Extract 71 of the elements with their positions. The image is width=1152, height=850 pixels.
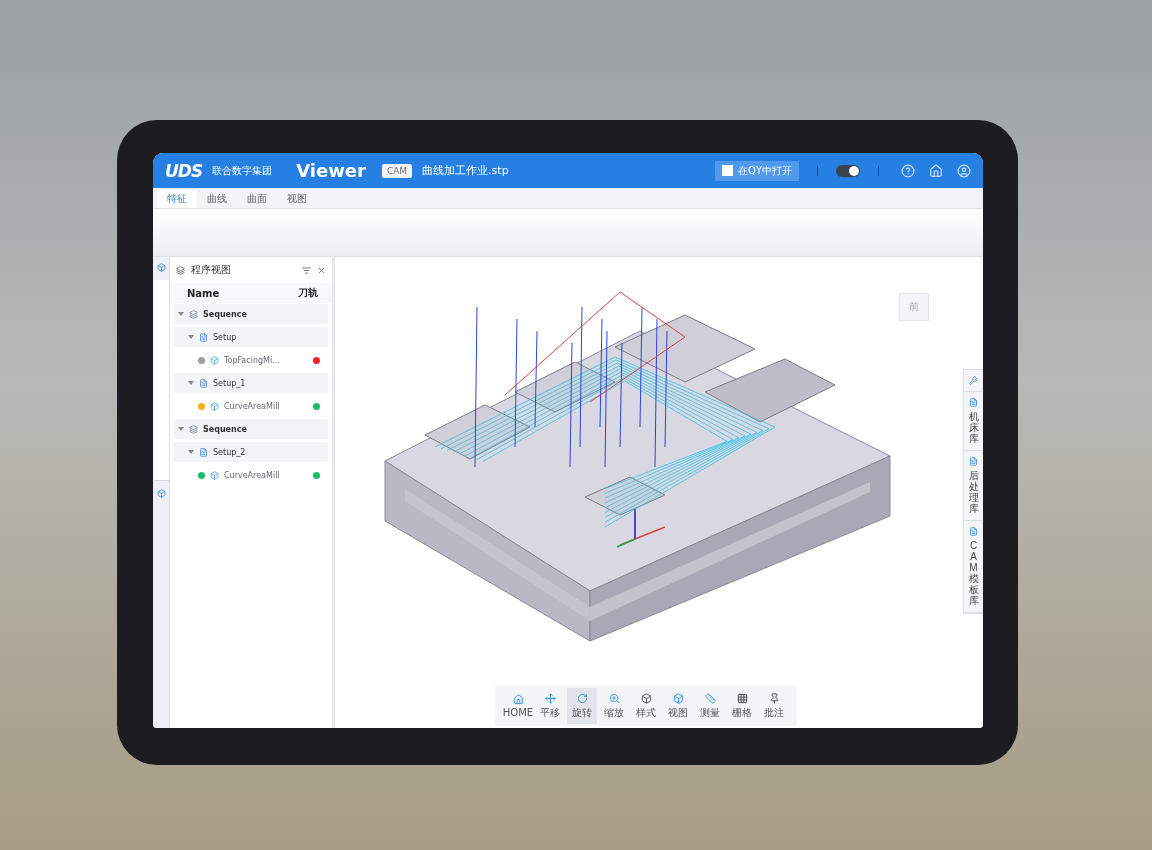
wrench-icon [969, 376, 978, 385]
style-icon [640, 692, 652, 704]
caret-icon[interactable] [188, 380, 194, 386]
tree-row[interactable]: Setup [174, 327, 328, 347]
zoom-icon [608, 692, 620, 704]
pin-icon [768, 692, 780, 704]
setup-icon [199, 332, 208, 342]
ribbon-tab[interactable]: 视图 [277, 190, 317, 208]
panel-title: 程序视图 [191, 263, 232, 277]
tree-label: Setup_2 [213, 447, 247, 457]
tree-label: Sequence [203, 424, 248, 434]
logo: UDS [165, 160, 203, 181]
setup-icon [199, 378, 208, 388]
pan-icon [544, 692, 556, 704]
help-icon[interactable] [901, 163, 915, 178]
side-tab[interactable]: 机床库 [964, 392, 983, 451]
tree-label: Setup [213, 332, 238, 342]
list-icon[interactable] [302, 265, 311, 275]
user-icon[interactable] [957, 163, 971, 178]
sequence-icon [189, 424, 198, 434]
toolbar-button[interactable]: 缩放 [599, 688, 629, 724]
tree-label: TopFacingMi... [224, 355, 281, 365]
measure-icon [704, 692, 716, 704]
cube-icon[interactable] [156, 489, 166, 498]
tree-label: Sequence [203, 309, 248, 319]
toolbar-button[interactable]: 旋转 [567, 688, 597, 724]
document-icon [969, 527, 978, 536]
operation-icon [210, 470, 219, 480]
toolbar-button[interactable]: 批注 [759, 688, 789, 724]
caret-icon[interactable] [188, 334, 194, 340]
view-icon [672, 692, 684, 704]
close-icon[interactable] [317, 265, 326, 275]
toolbar-button[interactable]: 平移 [535, 688, 565, 724]
operation-icon [210, 401, 219, 411]
tree-row[interactable]: Sequence [174, 419, 328, 439]
document-icon [969, 398, 978, 407]
toolbar-button[interactable]: HOME [503, 688, 533, 724]
toggle-switch[interactable] [836, 164, 860, 177]
home-icon[interactable] [929, 163, 943, 178]
sequence-icon [189, 309, 198, 319]
toolbar-button[interactable]: 样式 [631, 688, 661, 724]
caret-icon[interactable] [178, 311, 184, 317]
app-title: Viewer [296, 160, 366, 181]
setup-icon [199, 447, 208, 457]
side-tab[interactable]: 后处理库 [964, 451, 983, 521]
operation-icon [210, 355, 219, 365]
ribbon-tab[interactable]: 特征 [157, 190, 197, 208]
panel-icon [176, 265, 185, 275]
caret-icon[interactable] [188, 449, 194, 455]
company-name: 联合数字集团 [212, 163, 273, 178]
toolbar-button[interactable]: 视图 [663, 688, 693, 724]
column-title: Name [187, 287, 221, 299]
home-icon [512, 694, 524, 705]
side-tab[interactable]: CAM模板库 [964, 521, 983, 613]
ribbon-tab[interactable]: 曲线 [197, 190, 237, 208]
mode-badge: CAM [381, 163, 413, 178]
grid-icon [736, 692, 748, 704]
tree-label: CurveAreaMill [224, 470, 281, 480]
tree-label: Setup_1 [213, 378, 247, 388]
toolbar-button[interactable]: 栅格 [727, 688, 757, 724]
tree-row[interactable]: Setup_2 [174, 442, 328, 462]
tree-row[interactable]: Sequence [174, 304, 328, 324]
tree-label: CurveAreaMill [224, 401, 281, 411]
caret-icon[interactable] [178, 426, 184, 432]
ribbon-tab[interactable]: 曲面 [237, 190, 277, 208]
tree-row[interactable]: Setup_1 [174, 373, 328, 393]
file-name: 曲线加工作业.stp [422, 163, 510, 178]
document-icon [969, 457, 978, 466]
column-title: 刀轨 [298, 286, 318, 300]
rotate-icon [576, 692, 588, 704]
toolbar-button[interactable]: 测量 [695, 688, 725, 724]
